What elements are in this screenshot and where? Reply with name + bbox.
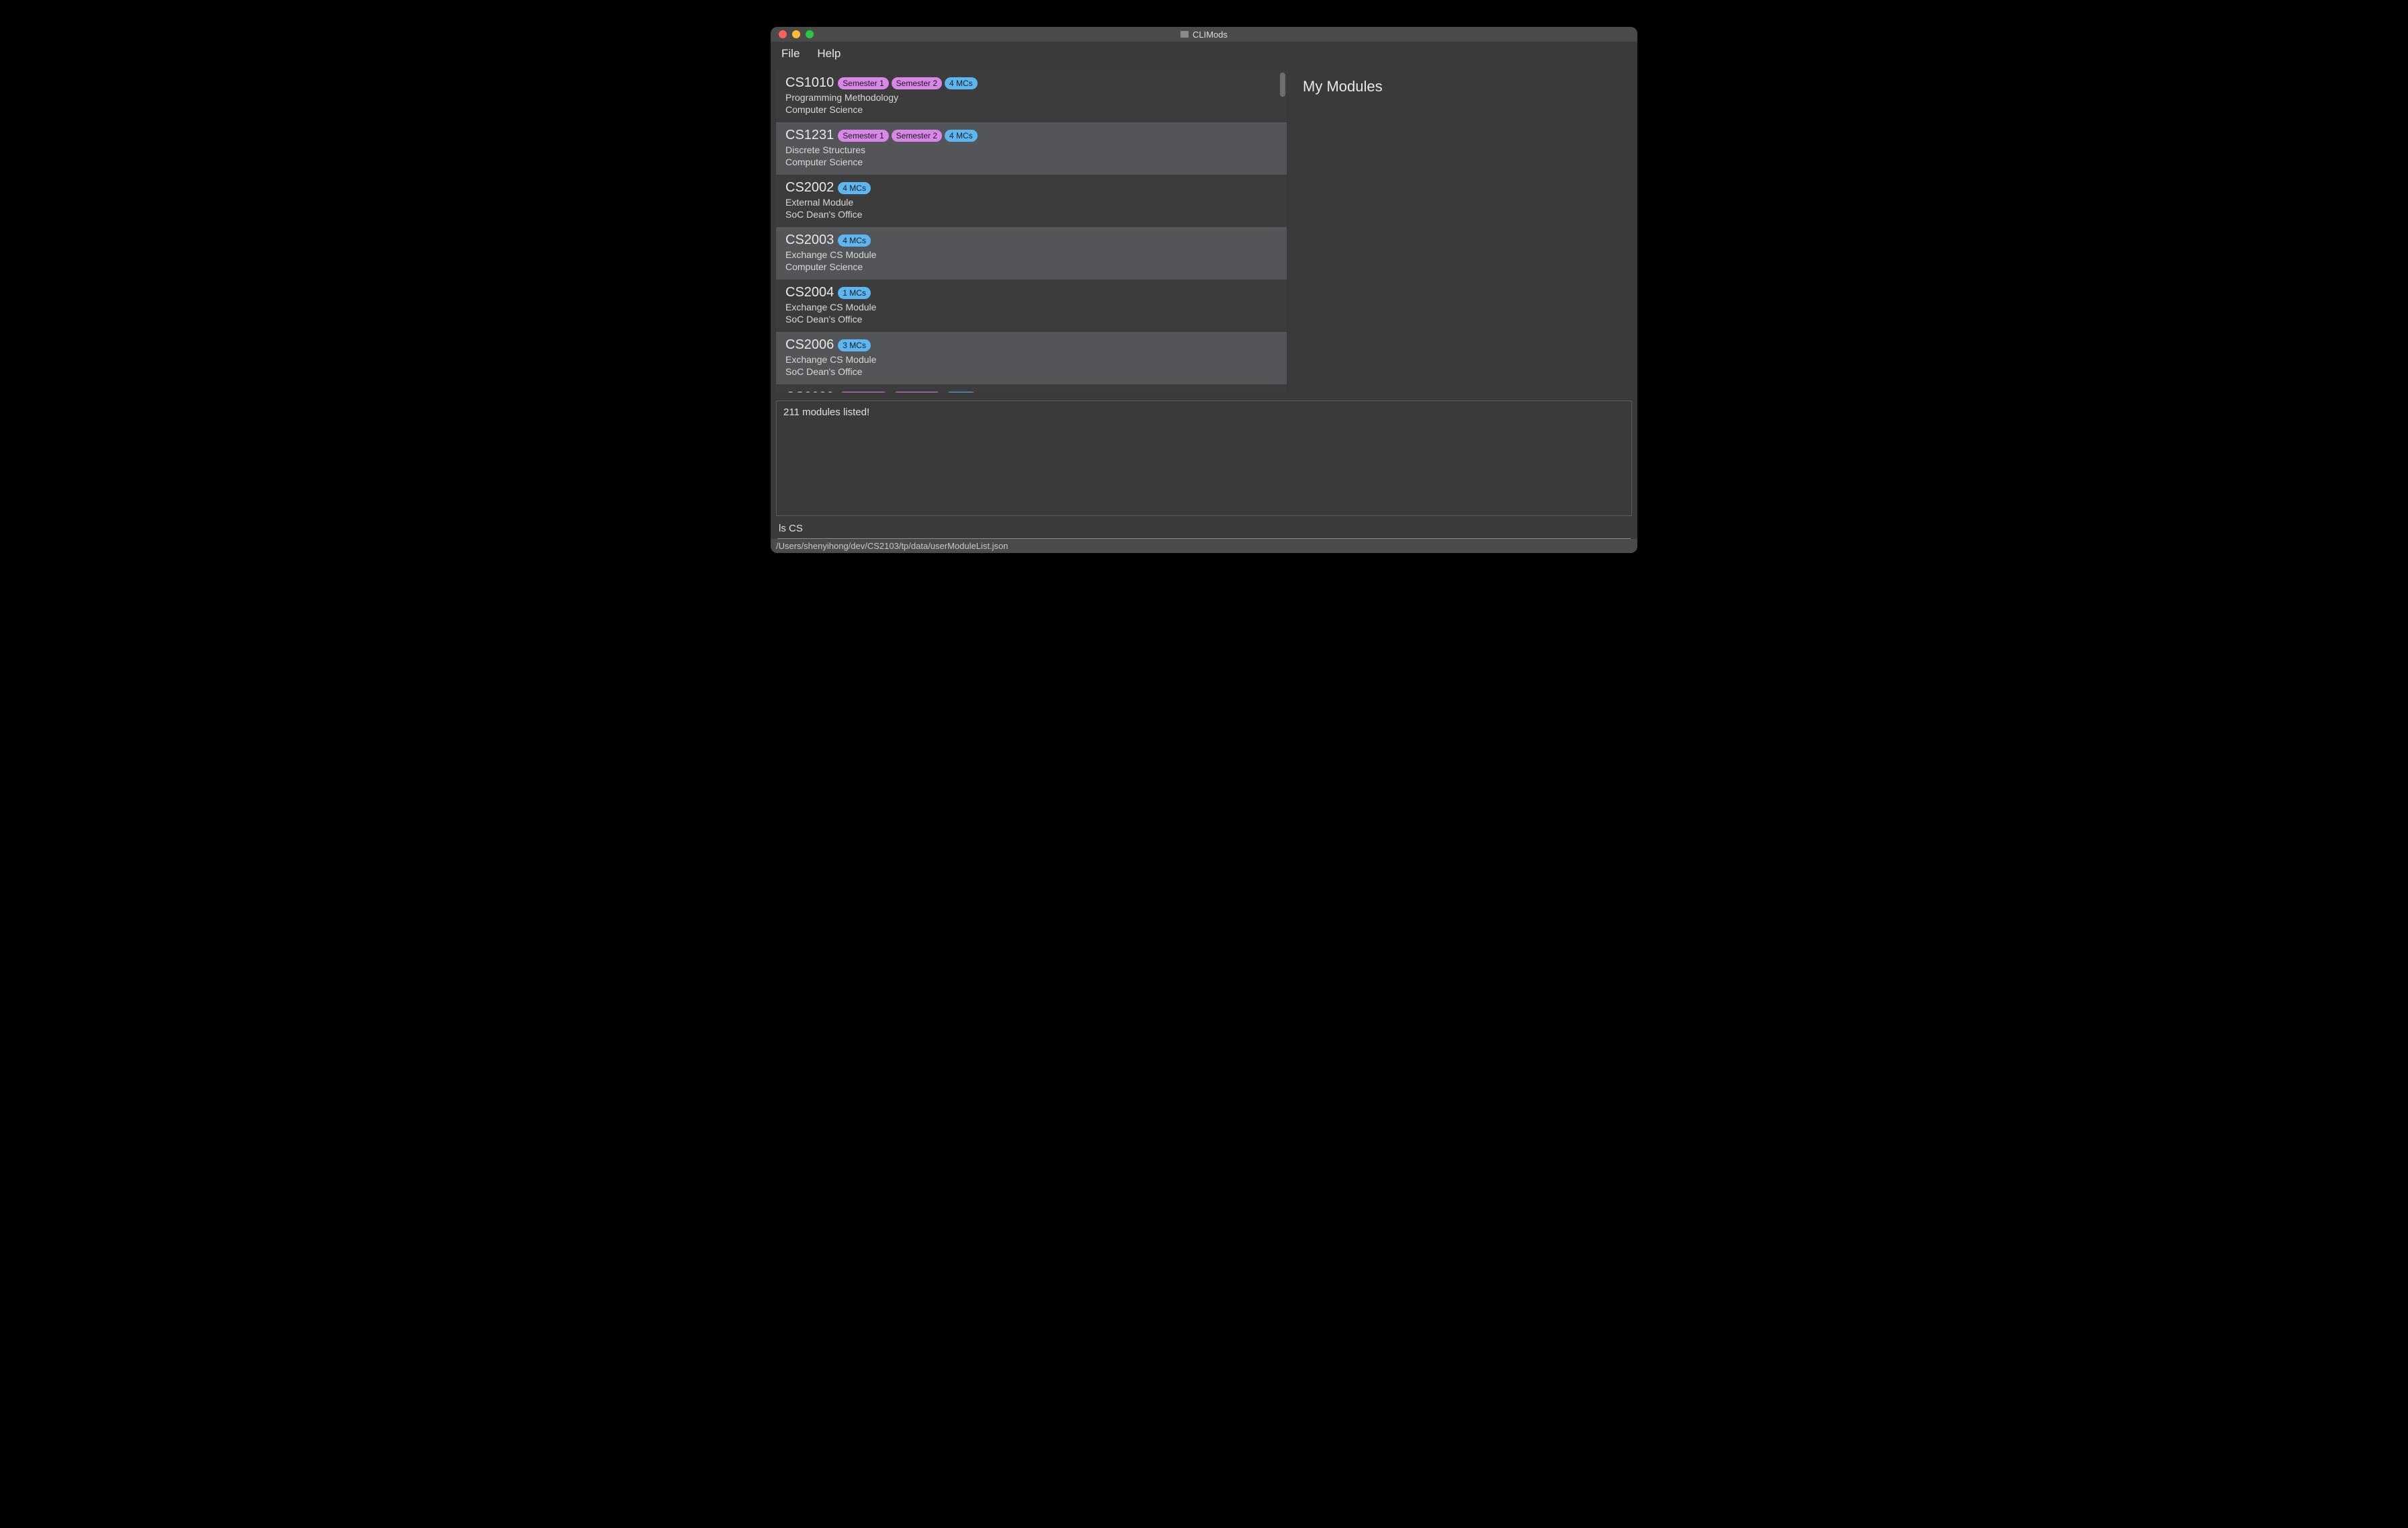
- module-title: External Module: [785, 197, 1277, 209]
- module-code: CS2030: [785, 390, 834, 392]
- menu-file[interactable]: File: [777, 44, 804, 63]
- mcs-badge: 1 MCs: [838, 287, 871, 299]
- module-code: CS2004: [785, 285, 834, 300]
- semester-badge: Semester 2: [892, 392, 942, 393]
- module-row[interactable]: CS1010 Semester 1 Semester 24 MCs Programmi…: [776, 70, 1287, 122]
- maximize-icon[interactable]: [806, 30, 814, 38]
- scrollbar-thumb[interactable]: [1280, 73, 1285, 97]
- content-area: CS1010Semester 1Semester 24 MCsProgrammi…: [771, 66, 1637, 396]
- mcs-badge: 4 MCs: [945, 77, 978, 89]
- app-window: CLIMods File Help CS1010 Semester 1 Semest…: [771, 27, 1637, 553]
- result-text: 211 modules listed!: [783, 407, 869, 418]
- minimize-icon[interactable]: [792, 30, 800, 38]
- module-dept: SoC Dean's Office: [785, 314, 1277, 326]
- semester-badge: Semester 2: [892, 77, 942, 89]
- module-title: Programming Methodology: [785, 92, 1277, 104]
- module-head: CS2004 1 MCs: [785, 285, 1277, 300]
- mcs-badge: 4 MCs: [838, 182, 871, 194]
- mcs-badge: 4 MCs: [945, 392, 978, 393]
- mcs-badge: 4 MCs: [945, 130, 978, 142]
- module-row[interactable]: CS2004 1 MCs Exchange CS ModuleSoC Dean's …: [776, 280, 1287, 332]
- status-path: /Users/shenyihong/dev/CS2103/tp/data/use…: [776, 541, 1008, 551]
- command-input[interactable]: [777, 520, 1631, 537]
- module-code: CS2003: [785, 232, 834, 248]
- window-title: CLIMods: [1193, 30, 1228, 40]
- module-code: CS2002: [785, 180, 834, 196]
- result-display: 211 modules listed!: [776, 400, 1632, 516]
- titlebar[interactable]: CLIMods: [771, 27, 1637, 42]
- module-title: Exchange CS Module: [785, 302, 1277, 314]
- close-icon[interactable]: [779, 30, 787, 38]
- module-row[interactable]: CS2006 3 MCs Exchange CS ModuleSoC Dean's …: [776, 332, 1287, 384]
- command-input-wrap: [777, 520, 1631, 539]
- module-code: CS1010: [785, 75, 834, 91]
- module-list-panel: CS1010Semester 1Semester 24 MCsProgrammi…: [776, 70, 1287, 392]
- module-title: Exchange CS Module: [785, 354, 1277, 366]
- module-title: Exchange CS Module: [785, 249, 1277, 261]
- traffic-lights: [771, 30, 814, 38]
- module-dept: Computer Science: [785, 261, 1277, 273]
- module-code: CS1231: [785, 128, 834, 143]
- module-title: Discrete Structures: [785, 144, 1277, 157]
- app-icon: [1180, 31, 1189, 38]
- module-list[interactable]: CS1010Semester 1Semester 24 MCsProgrammi…: [776, 70, 1287, 392]
- menubar: File Help: [771, 42, 1637, 66]
- module-row[interactable]: CS2030Semester 1Semester 24 MCsProgrammi…: [776, 384, 1287, 392]
- semester-badge: Semester 2: [892, 130, 942, 142]
- module-head: CS2006 3 MCs: [785, 337, 1277, 353]
- window-title-wrap: CLIMods: [771, 30, 1637, 40]
- module-head: CS2003 4 MCs: [785, 232, 1277, 248]
- mcs-badge: 3 MCs: [838, 339, 871, 351]
- module-row[interactable]: CS1231 Semester 1 Semester 24 MCs Discrete …: [776, 122, 1287, 175]
- my-modules-panel: My Modules: [1293, 70, 1632, 392]
- semester-badge: Semester 1: [838, 77, 888, 89]
- module-row[interactable]: CS2002 4 MCs External ModuleSoC Dean's Off…: [776, 175, 1287, 227]
- menu-help[interactable]: Help: [813, 44, 845, 63]
- module-code: CS2006: [785, 337, 834, 353]
- module-dept: Computer Science: [785, 104, 1277, 116]
- module-dept: SoC Dean's Office: [785, 366, 1277, 378]
- mcs-badge: 4 MCs: [838, 235, 871, 247]
- semester-badge: Semester 1: [838, 392, 888, 393]
- module-head: CS1010 Semester 1 Semester 24 MCs: [785, 75, 1277, 91]
- statusbar: /Users/shenyihong/dev/CS2103/tp/data/use…: [771, 539, 1637, 553]
- module-dept: Computer Science: [785, 157, 1277, 169]
- module-dept: SoC Dean's Office: [785, 209, 1277, 221]
- module-head: CS1231 Semester 1 Semester 24 MCs: [785, 128, 1277, 143]
- semester-badge: Semester 1: [838, 130, 888, 142]
- module-row[interactable]: CS2003 4 MCs Exchange CS ModuleComputer Sc…: [776, 227, 1287, 280]
- module-head: CS2030 Semester 1 Semester 24 MCs: [785, 390, 1277, 392]
- my-modules-title: My Modules: [1303, 78, 1623, 95]
- module-head: CS2002 4 MCs: [785, 180, 1277, 196]
